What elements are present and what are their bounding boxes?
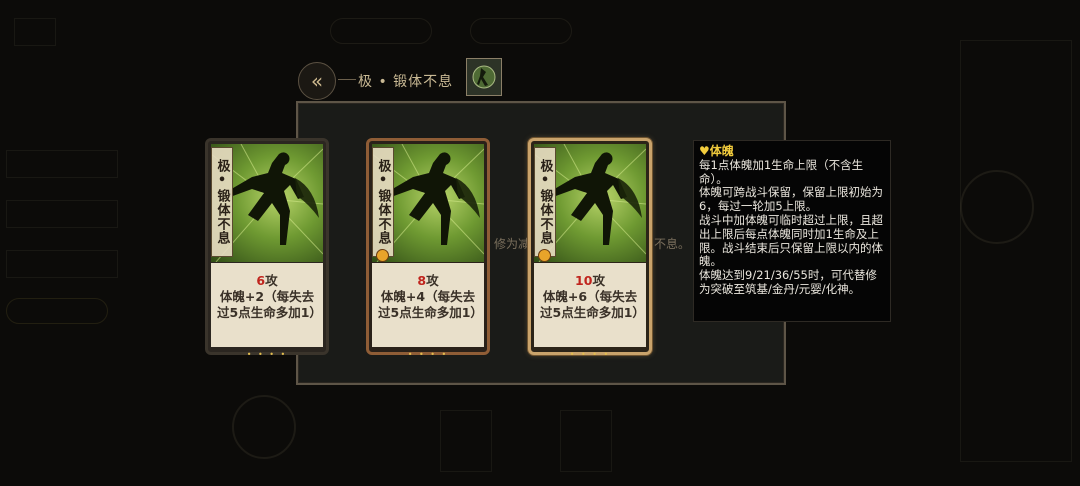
skill-card-1[interactable]: 极•锻体不息 6攻 体魄+2（每失去过5点生命多加1） • • • • (205, 138, 329, 359)
card-effect-text: 体魄+4（每失去过5点生命多加1） (378, 289, 483, 320)
card-attack-unit: 攻 (592, 273, 605, 288)
card-attack-value: 6 (256, 273, 266, 288)
card-gem-icon (538, 249, 551, 262)
card-name: 极•锻体不息 (534, 147, 556, 257)
heart-trident-icon: ♥ (699, 144, 710, 158)
card-effect-text: 体魄+6（每失去过5点生命多加1） (540, 289, 645, 320)
skill-card-2[interactable]: 极•锻体不息 8攻 体魄+4（每失去过5点生命多加1） • • • • (366, 138, 490, 359)
card-level-dots: • • • • (407, 350, 449, 359)
bg-top-tab-2 (470, 18, 572, 44)
card-attack-unit: 攻 (265, 273, 278, 288)
card-attack-unit: 攻 (426, 273, 439, 288)
card-level-dots: • • • • (246, 350, 288, 359)
tooltip-title-row: ♥体魄 (699, 144, 885, 159)
double-chevron-left-icon: « (310, 69, 324, 93)
bg-left-item-1 (6, 150, 118, 178)
card-level-dots: • • • • (569, 350, 611, 359)
bg-top-tab-1 (330, 18, 432, 44)
skill-card-3[interactable]: 极•锻体不息 10攻 体魄+6（每失去过5点生命多加1） • • • • (528, 138, 652, 359)
keyword-tooltip: ♥体魄 每1点体魄加1生命上限（不含生命）。 体魄可跨战斗保留，保留上限初始为6… (693, 140, 891, 322)
back-button[interactable]: « (298, 62, 336, 100)
panel-hidden-text-left: 修为减 (494, 237, 531, 251)
header-breadcrumb: « 极 • 锻体不息 (298, 58, 528, 100)
bg-left-item-4 (6, 298, 108, 324)
card-gem-icon (376, 249, 389, 262)
bg-top-left-tab (14, 18, 56, 46)
bg-right-panel (960, 40, 1072, 462)
card-name: 极•锻体不息 (372, 147, 394, 257)
card-description: 10攻 体魄+6（每失去过5点生命多加1） (534, 263, 646, 347)
card-description: 6攻 体魄+2（每失去过5点生命多加1） (211, 263, 323, 347)
panel-hidden-text-right: 不息。 (654, 237, 691, 251)
breadcrumb-divider (338, 79, 356, 80)
card-name: 极•锻体不息 (211, 147, 233, 257)
card-effect-text: 体魄+2（每失去过5点生命多加1） (217, 289, 322, 320)
bg-bottom-slot-1 (440, 410, 492, 472)
tooltip-title: 体魄 (709, 144, 734, 158)
skill-thumbnail-icon[interactable] (466, 58, 502, 96)
card-description: 8攻 体魄+4（每失去过5点生命多加1） (372, 263, 484, 347)
page-title: 极 • 锻体不息 (358, 74, 454, 90)
card-attack-value: 10 (575, 273, 593, 288)
tooltip-body: 每1点体魄加1生命上限（不含生命）。 体魄可跨战斗保留，保留上限初始为6，每过一… (699, 157, 883, 296)
bg-bottom-slot-2 (560, 410, 612, 472)
bg-left-item-2 (6, 200, 118, 228)
card-attack-value: 8 (417, 273, 427, 288)
bg-left-item-3 (6, 250, 118, 278)
bg-circle-1 (232, 395, 296, 459)
